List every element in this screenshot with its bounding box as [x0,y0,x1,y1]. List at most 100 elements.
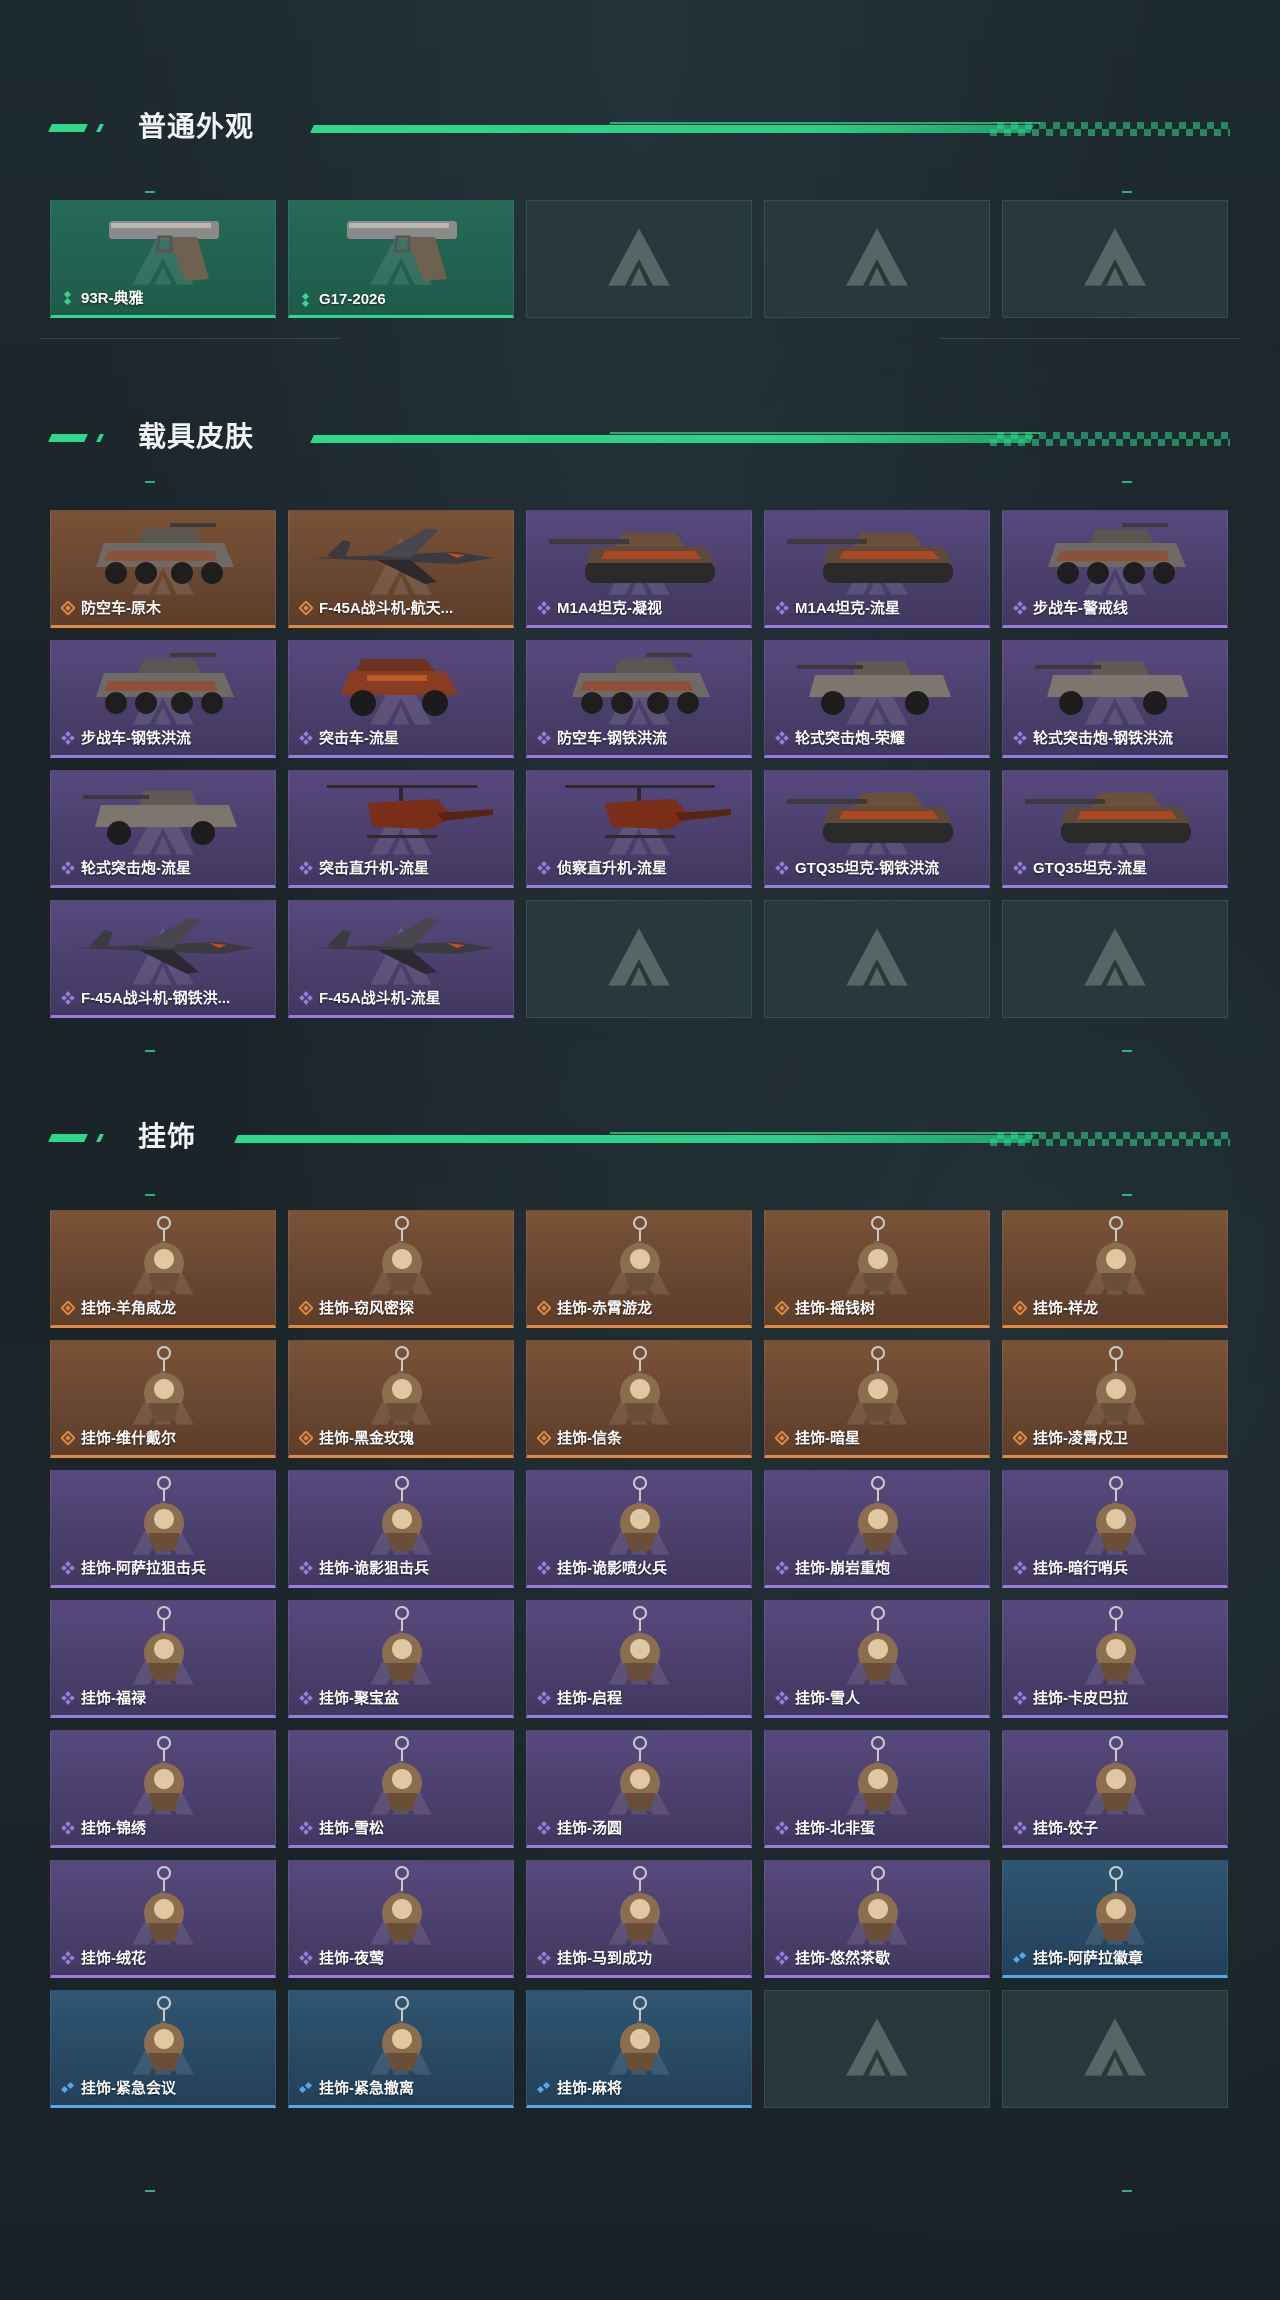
item-card[interactable]: 挂饰-雪松 [288,1730,514,1848]
charm-icon [289,1345,513,1429]
item-label: 挂饰-维什戴尔 [61,1427,269,1448]
item-name: 挂饰-饺子 [1033,1820,1098,1837]
charm-icon [765,1735,989,1819]
item-card[interactable]: 挂饰-诡影喷火兵 [526,1470,752,1588]
item-card[interactable]: 挂饰-崩岩重炮 [764,1470,990,1588]
item-name: 挂饰-维什戴尔 [81,1430,176,1447]
delta-logo-watermark-icon [1080,2014,1150,2084]
item-label: 挂饰-汤圆 [537,1817,745,1838]
charm-icon [527,1475,751,1559]
item-card[interactable]: 挂饰-阿萨拉徽章 [1002,1860,1228,1978]
item-card[interactable]: 挂饰-维什戴尔 [50,1340,276,1458]
item-card[interactable]: 挂饰-雪人 [764,1600,990,1718]
rarity-diamond-icon [299,2081,313,2093]
rarity-diamond-icon [61,2081,75,2093]
item-card[interactable]: 挂饰-汤圆 [526,1730,752,1848]
item-name: 挂饰-窃风密探 [319,1300,414,1317]
item-label: 挂饰-暗星 [775,1427,983,1448]
item-label: 挂饰-夜莺 [299,1947,507,1968]
item-label: 挂饰-阿萨拉徽章 [1013,1947,1221,1968]
item-name: 挂饰-羊角威龙 [81,1300,176,1317]
item-card[interactable]: 挂饰-卡皮巴拉 [1002,1600,1228,1718]
item-name: 挂饰-汤圆 [557,1820,622,1837]
item-card[interactable]: 挂饰-悠然茶歇 [764,1860,990,1978]
item-card[interactable]: 挂饰-羊角威龙 [50,1210,276,1328]
corner-tick [1122,1194,1132,1196]
rarity-diamond-icon [537,1560,551,1575]
item-card[interactable]: 挂饰-暗星 [764,1340,990,1458]
item-name: 挂饰-聚宝盆 [319,1690,399,1707]
charm-icon [289,1735,513,1819]
item-card[interactable]: 挂饰-赤霄游龙 [526,1210,752,1328]
item-card[interactable]: 挂饰-启程 [526,1600,752,1718]
item-label: 挂饰-信条 [537,1427,745,1448]
item-name: 挂饰-雪松 [319,1820,384,1837]
item-name: 挂饰-摇钱树 [795,1300,875,1317]
item-card[interactable]: 挂饰-祥龙 [1002,1210,1228,1328]
item-name: 挂饰-悠然茶歇 [795,1950,890,1967]
charm-icon [51,1475,275,1559]
charm-icon [51,1735,275,1819]
item-name: 挂饰-夜莺 [319,1950,384,1967]
item-card[interactable]: 挂饰-福禄 [50,1600,276,1718]
item-name: 挂饰-暗星 [795,1430,860,1447]
item-card[interactable]: 挂饰-绒花 [50,1860,276,1978]
rarity-diamond-icon [61,1300,75,1315]
charm-icon [1003,1345,1227,1429]
charm-icon [51,1605,275,1689]
charm-icon [289,1475,513,1559]
item-card[interactable]: 挂饰-北非蛋 [764,1730,990,1848]
rarity-diamond-icon [1013,1560,1027,1575]
item-label: 挂饰-崩岩重炮 [775,1557,983,1578]
item-name: 挂饰-阿萨拉狙击兵 [81,1560,206,1577]
item-card[interactable]: 挂饰-夜莺 [288,1860,514,1978]
item-label: 挂饰-紧急撤离 [299,2077,507,2098]
item-label: 挂饰-悠然茶歇 [775,1947,983,1968]
item-card[interactable]: 挂饰-紧急会议 [50,1990,276,2108]
rarity-diamond-icon [775,1300,789,1315]
item-card[interactable]: 挂饰-聚宝盆 [288,1600,514,1718]
item-label: 挂饰-黑金玫瑰 [299,1427,507,1448]
item-label: 挂饰-凌霄戍卫 [1013,1427,1221,1448]
item-label: 挂饰-雪人 [775,1687,983,1708]
delta-logo-watermark-icon [842,2014,912,2084]
rarity-diamond-icon [299,1950,313,1965]
item-name: 挂饰-信条 [557,1430,622,1447]
item-card[interactable]: 挂饰-锦绣 [50,1730,276,1848]
rarity-diamond-icon [299,1820,313,1835]
item-label: 挂饰-聚宝盆 [299,1687,507,1708]
item-name: 挂饰-绒花 [81,1950,146,1967]
rarity-diamond-icon [1013,1690,1027,1705]
section-charms: 挂饰 挂饰-羊角威龙 挂饰-窃风密探 挂饰-赤霄游龙 挂饰-摇钱树 挂饰-祥龙挂饰-维什… [0,0,1280,2300]
item-card[interactable]: 挂饰-紧急撤离 [288,1990,514,2108]
charm-icon [527,1995,751,2079]
section-title: 挂饰 [138,1121,197,1152]
rarity-diamond-icon [1013,1820,1027,1835]
item-card[interactable]: 挂饰-马到成功 [526,1860,752,1978]
rarity-diamond-icon [61,1690,75,1705]
item-card[interactable]: 挂饰-暗行哨兵 [1002,1470,1228,1588]
header-line [234,1135,1034,1143]
item-card[interactable]: 挂饰-窃风密探 [288,1210,514,1328]
item-label: 挂饰-祥龙 [1013,1297,1221,1318]
item-card[interactable]: 挂饰-饺子 [1002,1730,1228,1848]
item-card[interactable]: 挂饰-摇钱树 [764,1210,990,1328]
rarity-diamond-icon [537,1950,551,1965]
item-card[interactable]: 挂饰-诡影狙击兵 [288,1470,514,1588]
item-card[interactable]: 挂饰-凌霄戍卫 [1002,1340,1228,1458]
charm-icon [51,1345,275,1429]
rarity-diamond-icon [537,2081,551,2093]
item-card[interactable]: 挂饰-阿萨拉狙击兵 [50,1470,276,1588]
item-name: 挂饰-锦绣 [81,1820,146,1837]
rarity-diamond-icon [61,1820,75,1835]
rarity-diamond-icon [61,1430,75,1445]
charm-icon [765,1865,989,1949]
rarity-diamond-icon [1013,1300,1027,1315]
item-name: 挂饰-崩岩重炮 [795,1560,890,1577]
item-card[interactable]: 挂饰-黑金玫瑰 [288,1340,514,1458]
charm-icon [51,1215,275,1299]
item-label: 挂饰-雪松 [299,1817,507,1838]
item-card[interactable]: 挂饰-信条 [526,1340,752,1458]
item-card[interactable]: 挂饰-麻将 [526,1990,752,2108]
charm-icon [289,1865,513,1949]
